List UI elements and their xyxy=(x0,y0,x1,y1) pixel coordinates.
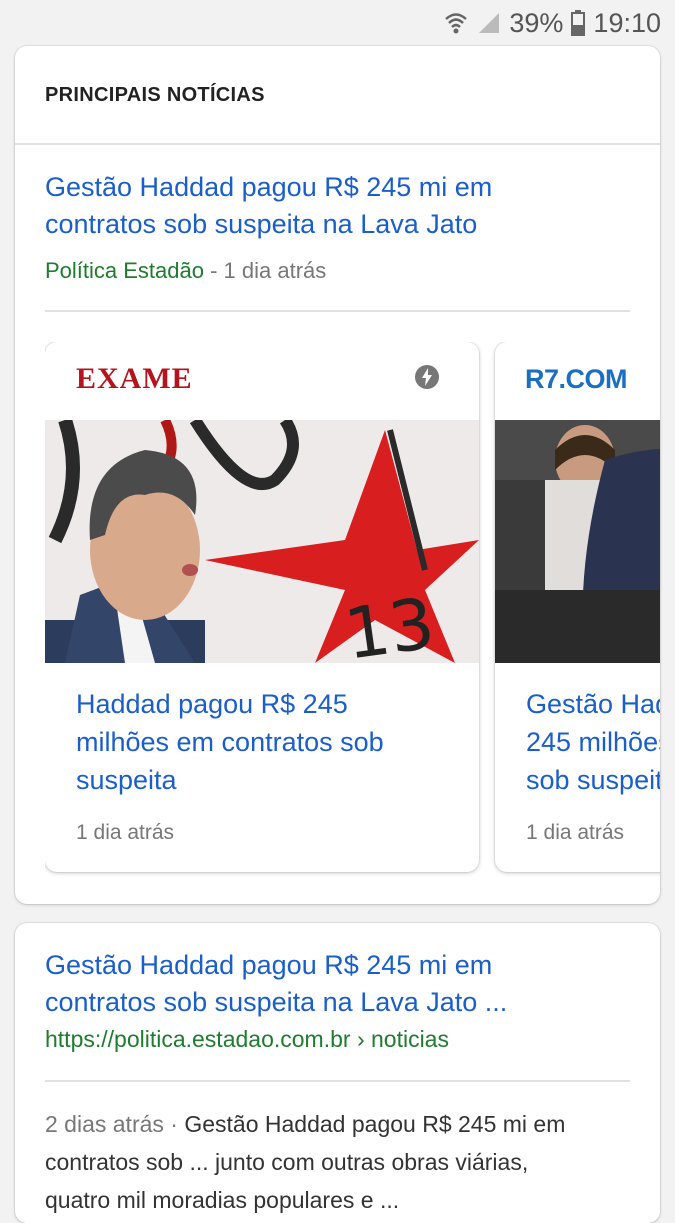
result-url[interactable]: https://politica.estadao.com.br › notici… xyxy=(45,1026,449,1053)
news-thumbnail: 13 xyxy=(45,420,479,663)
status-bar: 39% 19:10 xyxy=(0,0,675,46)
clock: 19:10 xyxy=(593,7,661,38)
lead-story-time: 1 dia atrás xyxy=(223,258,327,283)
wifi-icon xyxy=(443,10,469,36)
divider xyxy=(15,143,660,145)
divider xyxy=(45,310,630,312)
r7-logo: R7.COM xyxy=(525,364,628,394)
news-carousel[interactable]: EXAME 13 Haddad pagou R$ 245 milhões em … xyxy=(45,342,660,887)
snippet-date: 2 dias atrás xyxy=(45,1111,164,1137)
result-snippet: 2 dias atrás · Gestão Haddad pagou R$ 24… xyxy=(45,1105,645,1219)
lead-story-meta: Política Estadão - 1 dia atrás xyxy=(45,258,326,284)
battery-level: 39% xyxy=(509,7,564,38)
lead-story-source: Política Estadão xyxy=(45,258,204,283)
publisher-row: EXAME xyxy=(45,342,479,420)
exame-logo: EXAME xyxy=(76,362,193,395)
meta-separator: - xyxy=(203,258,224,283)
svg-text:13: 13 xyxy=(340,582,440,663)
battery-icon xyxy=(571,10,586,36)
divider xyxy=(45,1080,630,1082)
snippet-separator: · xyxy=(163,1111,185,1137)
signal-icon xyxy=(477,11,501,35)
search-result-card: Gestão Haddad pagou R$ 245 mi em contrat… xyxy=(15,923,660,1223)
amp-lightning-icon xyxy=(414,364,440,390)
news-card-r7[interactable]: R7.COM Gestão Haddad pagou R$ 245 milhõe… xyxy=(495,342,660,872)
news-card-exame[interactable]: EXAME 13 Haddad pagou R$ 245 milhões em … xyxy=(45,342,479,872)
result-title[interactable]: Gestão Haddad pagou R$ 245 mi em contrat… xyxy=(45,947,507,1021)
section-title: PRINCIPAIS NOTÍCIAS xyxy=(45,84,265,106)
news-card-headline[interactable]: Haddad pagou R$ 245 milhões em contratos… xyxy=(76,685,456,799)
snippet-text: Gestão Haddad pagou R$ 245 mi em xyxy=(184,1111,566,1137)
news-thumbnail xyxy=(495,420,660,663)
snippet-text: quatro mil moradias populares e ... xyxy=(45,1187,400,1213)
news-card-headline[interactable]: Gestão Haddad pagou R$ 245 milhões em co… xyxy=(526,685,660,799)
snippet-text: contratos sob ... junto com outras obras… xyxy=(45,1149,529,1175)
publisher-row: R7.COM xyxy=(495,342,660,420)
news-card-time: 1 dia atrás xyxy=(526,821,625,844)
lead-story-title[interactable]: Gestão Haddad pagou R$ 245 mi em contrat… xyxy=(45,169,492,243)
top-stories-card: PRINCIPAIS NOTÍCIAS Gestão Haddad pagou … xyxy=(15,46,660,904)
news-card-time: 1 dia atrás xyxy=(76,821,175,844)
